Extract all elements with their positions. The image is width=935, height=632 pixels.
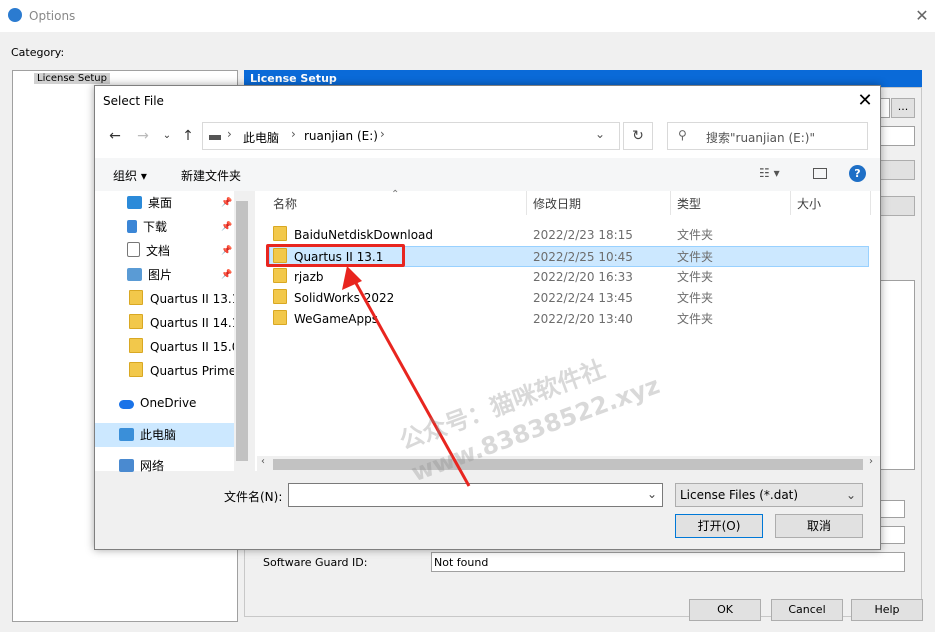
tree-item-license-setup[interactable]: License Setup: [34, 73, 110, 84]
category-label: Category:: [11, 46, 65, 59]
software-guard-field: Not found: [431, 552, 905, 572]
annotation-arrow: [342, 266, 471, 487]
license-field-2[interactable]: [880, 126, 915, 146]
panel-button-1[interactable]: [880, 160, 915, 180]
browse-button[interactable]: ...: [891, 98, 915, 118]
panel-button-2[interactable]: [880, 196, 915, 216]
options-close-icon[interactable]: ✕: [912, 6, 932, 26]
software-guard-label: Software Guard ID:: [263, 556, 368, 569]
license-info-area: [880, 280, 915, 470]
app-logo-icon: [8, 8, 22, 22]
options-window-title: Options: [29, 9, 76, 23]
cancel-button[interactable]: Cancel: [771, 599, 843, 621]
select-file-dialog: Select File ✕ ← → ⌄ ↑ › 此电脑 › ruanjian (…: [94, 85, 881, 550]
info-field-2: [880, 526, 905, 544]
license-file-field[interactable]: [880, 98, 890, 118]
info-field-1: [880, 500, 905, 518]
help-button[interactable]: Help: [851, 599, 923, 621]
options-titlebar: [0, 0, 935, 32]
ok-button[interactable]: OK: [689, 599, 761, 621]
